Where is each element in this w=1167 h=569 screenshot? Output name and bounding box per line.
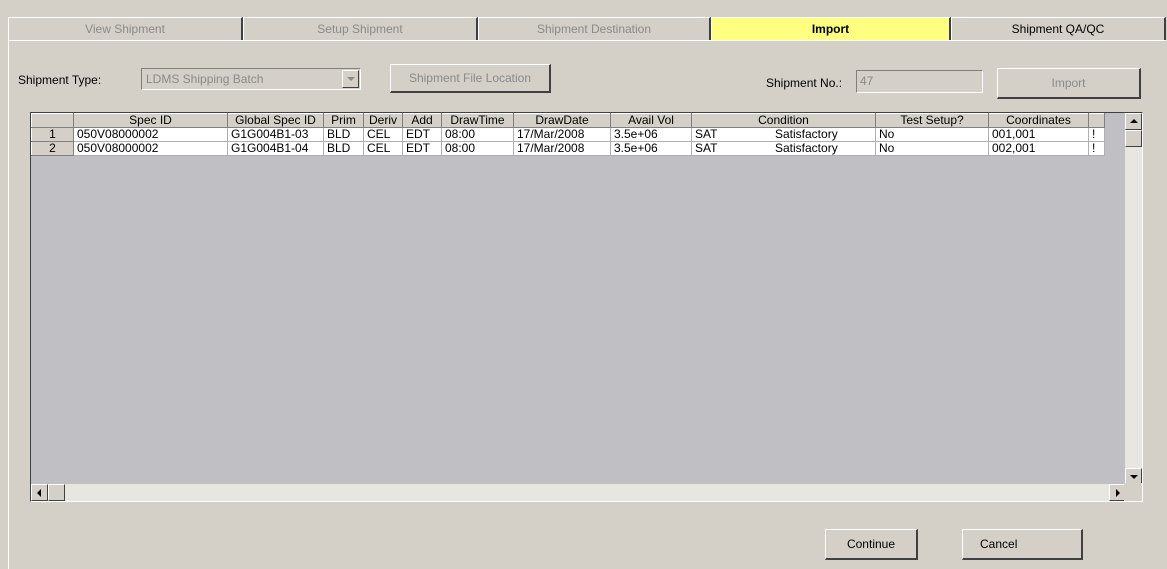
cell-avail-vol[interactable]: 3.5e+06	[610, 127, 692, 142]
column-header[interactable]: Global Spec ID	[227, 113, 324, 128]
arrow-left-icon	[37, 489, 41, 497]
tab-shipment-destination[interactable]: Shipment Destination	[478, 17, 711, 41]
shipment-type-value: LDMS Shipping Batch	[146, 72, 264, 86]
shipment-no-label: Shipment No.:	[766, 76, 843, 90]
condition-text: Satisfactory	[775, 141, 838, 155]
tab-import[interactable]: Import	[711, 17, 951, 41]
arrow-right-icon	[1116, 489, 1120, 497]
chevron-down-icon[interactable]	[342, 70, 359, 88]
condition-code: SAT	[695, 141, 718, 155]
condition-code: SAT	[695, 127, 718, 141]
cell-deriv[interactable]: CEL	[363, 127, 403, 142]
horizontal-scrollbar[interactable]	[31, 484, 1126, 501]
panel-left-border	[8, 41, 9, 569]
vertical-scroll-thumb[interactable]	[1125, 130, 1142, 147]
column-header[interactable]: DrawDate	[513, 113, 611, 128]
table-row[interactable]: 2 050V08000002 G1G004B1-04 BLD CEL EDT 0…	[31, 141, 1105, 156]
row-number[interactable]: 2	[31, 141, 74, 156]
column-header[interactable]: DrawTime	[441, 113, 514, 128]
arrow-up-icon	[1130, 119, 1138, 123]
column-header[interactable]: Deriv	[363, 113, 403, 128]
cell-add[interactable]: EDT	[402, 141, 442, 156]
cell-condition[interactable]: SAT Satisfactory	[691, 141, 876, 156]
table-row[interactable]: 1 050V08000002 G1G004B1-03 BLD CEL EDT 0…	[31, 127, 1105, 142]
tab-view-shipment[interactable]: View Shipment	[8, 17, 243, 41]
row-number[interactable]: 1	[31, 127, 74, 142]
row-number-header	[31, 113, 74, 128]
column-header[interactable]: Condition	[691, 113, 876, 128]
cell-deriv[interactable]: CEL	[363, 141, 403, 156]
condition-text: Satisfactory	[775, 127, 838, 141]
column-header[interactable]: Test Setup?	[875, 113, 989, 128]
cell-avail-vol[interactable]: 3.5e+06	[610, 141, 692, 156]
cell-spec-id[interactable]: 050V08000002	[73, 127, 228, 142]
scrollbar-corner	[1124, 483, 1142, 501]
cell-prim[interactable]: BLD	[323, 141, 364, 156]
column-header[interactable]: Add	[402, 113, 442, 128]
shipment-no-value: 47	[860, 74, 874, 88]
tab-bar: View Shipment Setup Shipment Shipment De…	[8, 17, 1166, 41]
shipment-type-select[interactable]: LDMS Shipping Batch	[141, 68, 361, 90]
cell-draw-time[interactable]: 08:00	[441, 141, 514, 156]
arrow-down-icon	[1130, 475, 1138, 479]
scroll-up-button[interactable]	[1125, 113, 1142, 130]
column-header[interactable]: Avail Vol	[610, 113, 692, 128]
cell-coordinates[interactable]: 001,001	[988, 127, 1089, 142]
cell-draw-date[interactable]: 17/Mar/2008	[513, 141, 611, 156]
cell-global-spec-id[interactable]: G1G004B1-04	[227, 141, 324, 156]
cell-global-spec-id[interactable]: G1G004B1-03	[227, 127, 324, 142]
table-header-row: Spec ID Global Spec ID Prim Deriv Add Dr…	[31, 113, 1105, 128]
panel-top-border	[8, 40, 1166, 41]
shipment-table: Spec ID Global Spec ID Prim Deriv Add Dr…	[31, 113, 1105, 156]
cell-test-setup[interactable]: No	[875, 141, 989, 156]
vertical-scrollbar[interactable]	[1125, 113, 1142, 485]
cancel-button[interactable]: Cancel	[962, 529, 1083, 560]
cell-spec-id[interactable]: 050V08000002	[73, 141, 228, 156]
column-header[interactable]: Coordinates	[988, 113, 1089, 128]
cell-cutoff[interactable]: !	[1088, 141, 1105, 156]
continue-button[interactable]: Continue	[825, 529, 918, 560]
cell-draw-date[interactable]: 17/Mar/2008	[513, 127, 611, 142]
import-button[interactable]: Import	[997, 68, 1141, 99]
cell-add[interactable]: EDT	[402, 127, 442, 142]
tab-shipment-qaqc[interactable]: Shipment QA/QC	[951, 17, 1166, 41]
column-header[interactable]: Spec ID	[73, 113, 228, 128]
cell-condition[interactable]: SAT Satisfactory	[691, 127, 876, 142]
cell-draw-time[interactable]: 08:00	[441, 127, 514, 142]
shipment-type-label: Shipment Type:	[18, 73, 102, 87]
cell-coordinates[interactable]: 002,001	[988, 141, 1089, 156]
horizontal-scroll-thumb[interactable]	[48, 484, 65, 501]
column-header	[1088, 113, 1105, 128]
scroll-left-button[interactable]	[31, 484, 48, 501]
shipment-file-location-button[interactable]: Shipment File Location	[390, 64, 551, 93]
tab-setup-shipment[interactable]: Setup Shipment	[243, 17, 478, 41]
shipment-no-field[interactable]: 47	[856, 70, 983, 93]
cell-cutoff[interactable]: !	[1088, 127, 1105, 142]
cell-test-setup[interactable]: No	[875, 127, 989, 142]
column-header[interactable]: Prim	[323, 113, 364, 128]
cell-prim[interactable]: BLD	[323, 127, 364, 142]
shipment-grid[interactable]: Spec ID Global Spec ID Prim Deriv Add Dr…	[30, 112, 1143, 502]
